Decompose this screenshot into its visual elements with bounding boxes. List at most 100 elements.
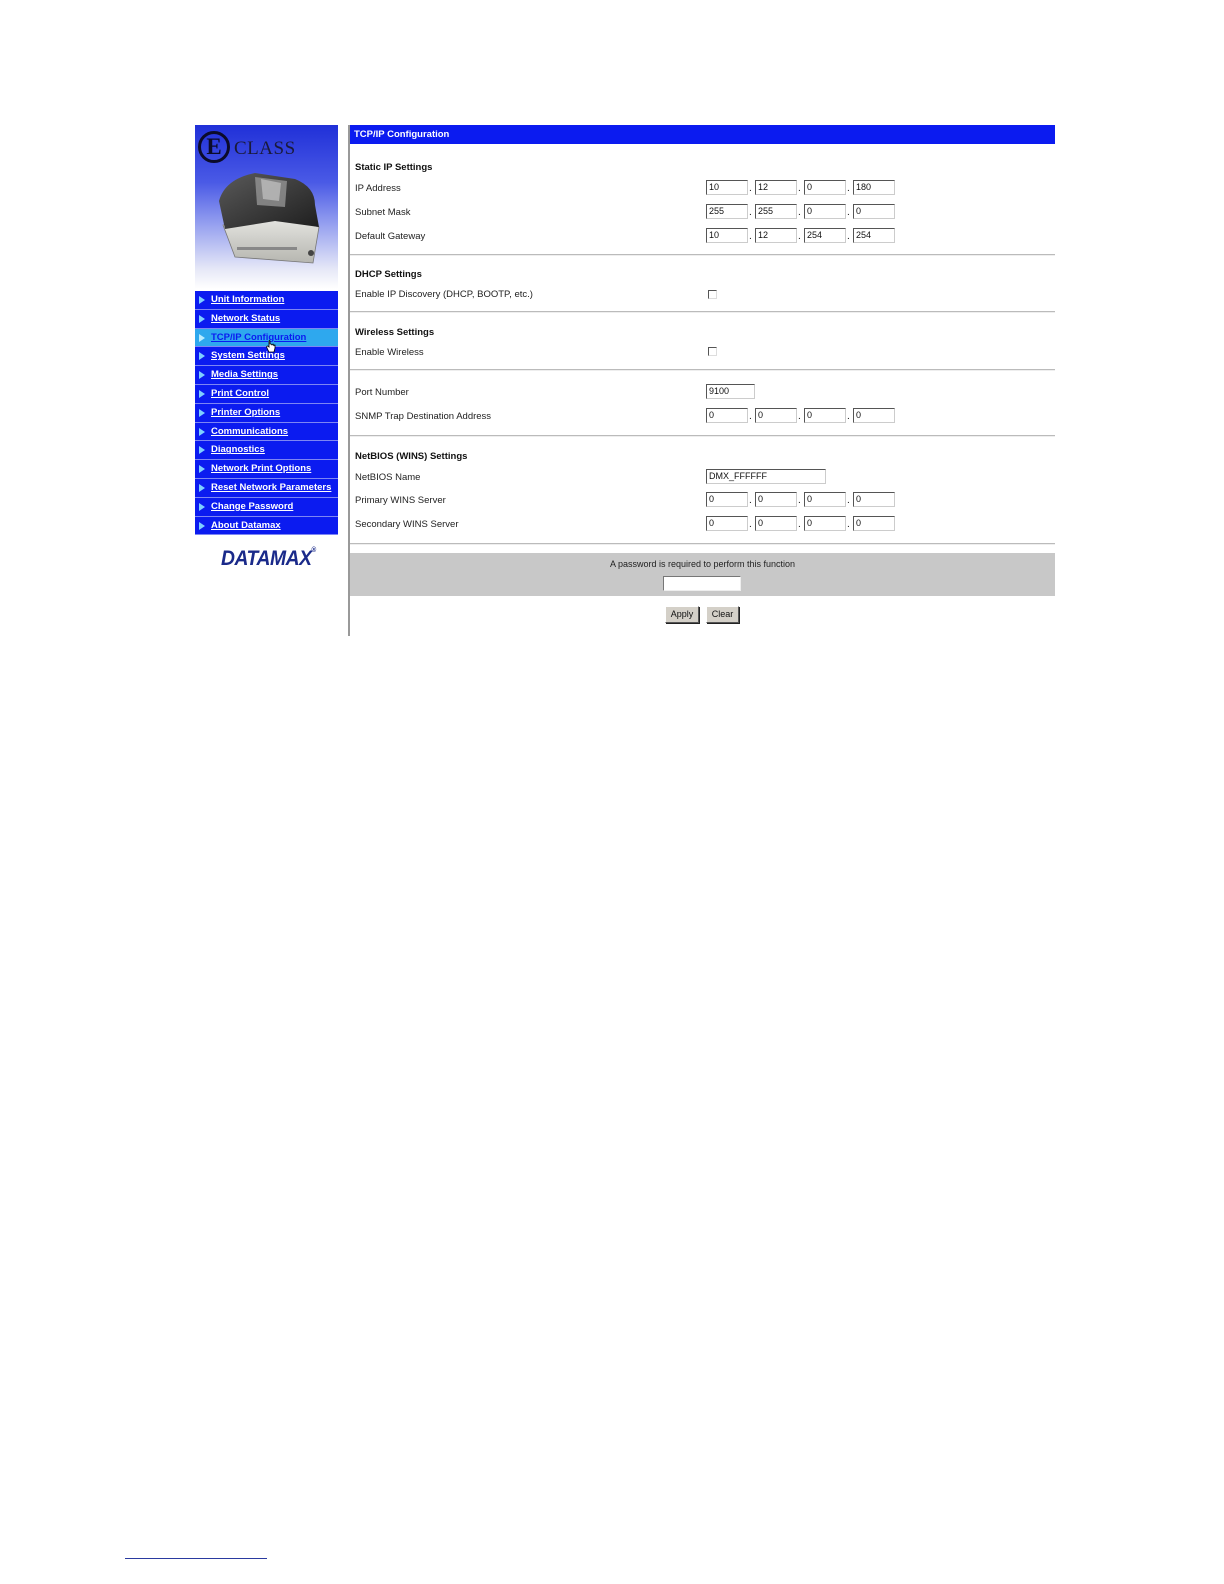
triangle-right-icon <box>199 371 205 380</box>
sidebar-item-label: Diagnostics <box>211 444 265 456</box>
ip-octet-field[interactable]: 12 <box>755 228 797 243</box>
sidebar-item-printer-options[interactable]: Printer Options <box>195 403 338 423</box>
ip-address-input: 10. 12. 0. 180 <box>706 180 906 196</box>
ip-octet-field[interactable]: 0 <box>804 180 846 195</box>
ip-separator: . <box>749 411 752 422</box>
sidebar-item-network-status[interactable]: Network Status <box>195 309 338 329</box>
triangle-right-icon <box>199 408 205 417</box>
triangle-right-icon <box>199 352 205 361</box>
ip-separator: . <box>847 183 850 194</box>
triangle-right-icon <box>199 465 205 474</box>
sidebar-item-print-control[interactable]: Print Control <box>195 384 338 404</box>
triangle-right-icon <box>199 296 205 304</box>
password-input[interactable] <box>663 576 741 591</box>
ip-octet-field[interactable]: 0 <box>853 204 895 219</box>
sidebar-item-network-print-options[interactable]: Network Print Options <box>195 460 338 479</box>
subnet-mask-input: 255. 255. 0. 0 <box>706 204 906 220</box>
ip-separator: . <box>798 519 801 530</box>
sidebar-item-unit-information[interactable]: Unit Information <box>195 291 338 310</box>
divider <box>350 543 1055 545</box>
ip-octet-field[interactable]: 254 <box>804 228 846 243</box>
sidebar: E CLASS Unit Information Network Status … <box>195 125 338 636</box>
wireless-enable-checkbox[interactable] <box>708 347 717 356</box>
sidebar-item-reset-network-parameters[interactable]: Reset Network Parameters <box>195 478 338 498</box>
ip-separator: . <box>749 519 752 530</box>
ip-separator: . <box>798 231 801 242</box>
ip-octet-field[interactable]: 0 <box>853 408 895 423</box>
ip-octet-field[interactable]: 0 <box>706 516 748 531</box>
sidebar-item-label: Network Print Options <box>211 463 312 475</box>
dhcp-enable-checkbox[interactable] <box>708 290 717 299</box>
ip-octet-field[interactable]: 0 <box>853 516 895 531</box>
triangle-right-icon <box>199 314 205 323</box>
ip-separator: . <box>798 411 801 422</box>
ip-address-label: IP Address <box>355 183 401 194</box>
ip-octet-field[interactable]: 255 <box>755 204 797 219</box>
subnet-mask-label: Subnet Mask <box>355 207 411 218</box>
ip-octet-field[interactable]: 0 <box>804 408 846 423</box>
sidebar-item-diagnostics[interactable]: Diagnostics <box>195 441 338 461</box>
ip-octet-field[interactable]: 0 <box>706 408 748 423</box>
triangle-right-icon <box>199 427 205 436</box>
primary-wins-input: 0.0.0.0 <box>706 492 906 508</box>
sidebar-item-label: Change Password <box>211 500 294 512</box>
port-number-label: Port Number <box>355 387 409 398</box>
sidebar-item-about-datamax[interactable]: About Datamax <box>195 516 338 536</box>
secondary-wins-input: 0.0.0.0 <box>706 516 906 532</box>
port-number-input[interactable]: 9100 <box>706 384 755 399</box>
nav-menu: Unit Information Network Status TCP/IP Con… <box>195 291 338 536</box>
divider <box>350 369 1055 371</box>
ip-octet-field[interactable]: 0 <box>755 516 797 531</box>
eclass-logo-text: CLASS <box>234 138 296 159</box>
default-gateway-label: Default Gateway <box>355 231 426 242</box>
ip-separator: . <box>749 207 752 218</box>
clear-button[interactable]: Clear <box>706 606 739 623</box>
sidebar-item-change-password[interactable]: Change Password <box>195 497 338 517</box>
ip-separator: . <box>847 411 850 422</box>
sidebar-item-media-settings[interactable]: Media Settings <box>195 366 338 385</box>
apply-button[interactable]: Apply <box>665 606 699 623</box>
wireless-enable-label: Enable Wireless <box>355 347 424 358</box>
sidebar-item-label: Reset Network Parameters <box>211 481 332 493</box>
dhcp-heading: DHCP Settings <box>355 269 422 280</box>
eclass-logo: E CLASS <box>198 131 296 165</box>
sidebar-item-label: TCP/IP Configuration <box>211 331 307 343</box>
sidebar-item-label: Communications <box>211 425 289 437</box>
ip-octet-field[interactable]: 0 <box>755 408 797 423</box>
eclass-logo-letter: E <box>198 131 230 163</box>
divider <box>350 311 1055 313</box>
datamax-logo: DATAMAX® <box>221 547 316 571</box>
triangle-right-icon <box>199 502 205 511</box>
static-ip-heading: Static IP Settings <box>355 162 433 173</box>
ip-octet-field[interactable]: 0 <box>804 492 846 507</box>
default-gateway-input: 10. 12. 254. 254 <box>706 228 906 244</box>
ip-octet-field[interactable]: 10 <box>706 228 748 243</box>
ip-octet-field[interactable]: 0 <box>853 492 895 507</box>
datamax-logo-text: DATAMAX <box>221 547 312 570</box>
sidebar-item-communications[interactable]: Communications <box>195 422 338 442</box>
page-title: TCP/IP Configuration <box>354 129 450 140</box>
dhcp-enable-label: Enable IP Discovery (DHCP, BOOTP, etc.) <box>355 289 533 300</box>
netbios-name-input[interactable]: DMX_FFFFFF <box>706 469 826 484</box>
ip-octet-field[interactable]: 0 <box>804 204 846 219</box>
ip-octet-field[interactable]: 254 <box>853 228 895 243</box>
ip-separator: . <box>847 495 850 506</box>
ip-octet-field[interactable]: 180 <box>853 180 895 195</box>
sidebar-item-label: Media Settings <box>211 369 279 381</box>
triangle-right-icon <box>199 389 205 398</box>
sidebar-item-label: Network Status <box>211 312 281 324</box>
ip-octet-field[interactable]: 0 <box>755 492 797 507</box>
ip-separator: . <box>798 495 801 506</box>
password-prompt: A password is required to perform this f… <box>609 559 796 569</box>
ip-separator: . <box>847 231 850 242</box>
printer-image <box>219 173 320 264</box>
ip-octet-field[interactable]: 12 <box>755 180 797 195</box>
sidebar-item-label: Unit Information <box>211 294 285 305</box>
ip-octet-field[interactable]: 10 <box>706 180 748 195</box>
triangle-right-icon <box>199 333 205 342</box>
ip-octet-field[interactable]: 255 <box>706 204 748 219</box>
triangle-right-icon <box>199 483 205 492</box>
ip-octet-field[interactable]: 0 <box>804 516 846 531</box>
registered-mark: ® <box>311 547 317 554</box>
ip-octet-field[interactable]: 0 <box>706 492 748 507</box>
